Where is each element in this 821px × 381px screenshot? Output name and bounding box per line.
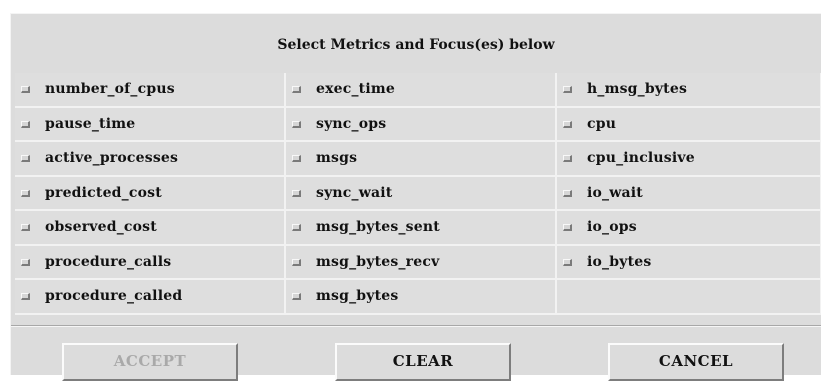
checkbox[interactable] bbox=[563, 155, 572, 163]
metric-label: predicted_cost bbox=[45, 184, 162, 201]
metric-label: msg_bytes_sent bbox=[316, 219, 440, 236]
metric-item[interactable]: pause_time bbox=[15, 107, 286, 142]
checkbox[interactable] bbox=[563, 258, 572, 266]
metric-label: h_msg_bytes bbox=[587, 81, 688, 98]
metric-item[interactable]: sync_wait bbox=[286, 176, 557, 211]
dialog-title: Select Metrics and Focus(es) below bbox=[277, 37, 555, 53]
checkbox[interactable] bbox=[292, 155, 301, 163]
metric-item[interactable]: cpu bbox=[557, 107, 821, 142]
metric-label: msgs bbox=[316, 150, 358, 167]
metric-label: sync_wait bbox=[316, 184, 393, 201]
metric-item[interactable]: msg_bytes bbox=[286, 280, 557, 315]
empty-cell bbox=[557, 280, 821, 315]
checkbox[interactable] bbox=[292, 189, 301, 197]
checkbox[interactable] bbox=[292, 258, 301, 266]
checkbox[interactable] bbox=[21, 293, 30, 301]
metric-item[interactable]: io_bytes bbox=[557, 245, 821, 280]
metric-item[interactable]: msg_bytes_sent bbox=[286, 211, 557, 246]
metric-item[interactable]: io_wait bbox=[557, 176, 821, 211]
clear-button[interactable]: CLEAR bbox=[335, 343, 511, 381]
metric-label: msg_bytes_recv bbox=[316, 253, 440, 270]
metric-label: procedure_called bbox=[45, 288, 183, 305]
checkbox[interactable] bbox=[292, 293, 301, 301]
checkbox[interactable] bbox=[563, 189, 572, 197]
checkbox[interactable] bbox=[563, 86, 572, 94]
metric-item[interactable]: cpu_inclusive bbox=[557, 142, 821, 177]
metric-label: io_wait bbox=[587, 184, 643, 201]
metric-item[interactable]: active_processes bbox=[15, 142, 286, 177]
metric-label: exec_time bbox=[316, 81, 395, 98]
metric-item[interactable]: io_ops bbox=[557, 211, 821, 246]
metric-label: msg_bytes bbox=[316, 288, 399, 305]
checkbox[interactable] bbox=[292, 120, 301, 128]
checkbox[interactable] bbox=[21, 155, 30, 163]
metric-item[interactable]: number_of_cpus bbox=[15, 73, 286, 108]
metric-label: observed_cost bbox=[45, 219, 157, 236]
metric-label: number_of_cpus bbox=[45, 81, 175, 98]
checkbox[interactable] bbox=[292, 86, 301, 94]
metric-label: cpu bbox=[587, 115, 617, 132]
metric-item[interactable]: sync_ops bbox=[286, 107, 557, 142]
metric-label: active_processes bbox=[45, 150, 179, 167]
metric-label: procedure_calls bbox=[45, 253, 172, 270]
checkbox[interactable] bbox=[21, 258, 30, 266]
metric-item[interactable]: msgs bbox=[286, 142, 557, 177]
metric-item[interactable]: procedure_called bbox=[15, 280, 286, 315]
checkbox[interactable] bbox=[21, 120, 30, 128]
checkbox[interactable] bbox=[563, 224, 572, 232]
metric-label: cpu_inclusive bbox=[587, 150, 695, 167]
metric-item[interactable]: predicted_cost bbox=[15, 176, 286, 211]
metric-item[interactable]: procedure_calls bbox=[15, 245, 286, 280]
metric-item[interactable]: msg_bytes_recv bbox=[286, 245, 557, 280]
metrics-grid: number_of_cpus exec_time h_msg_bytes pau… bbox=[15, 73, 821, 323]
checkbox[interactable] bbox=[292, 224, 301, 232]
metric-item[interactable]: exec_time bbox=[286, 73, 557, 108]
metric-label: pause_time bbox=[45, 115, 136, 132]
button-bar: ACCEPT CLEAR CANCEL bbox=[11, 327, 821, 381]
metric-item[interactable]: observed_cost bbox=[15, 211, 286, 246]
metric-item[interactable]: h_msg_bytes bbox=[557, 73, 821, 108]
metric-label: io_ops bbox=[587, 219, 637, 236]
accept-button[interactable]: ACCEPT bbox=[62, 343, 238, 381]
metric-label: io_bytes bbox=[587, 253, 652, 270]
checkbox[interactable] bbox=[21, 86, 30, 94]
checkbox[interactable] bbox=[21, 224, 30, 232]
metrics-dialog: Select Metrics and Focus(es) below numbe… bbox=[10, 13, 821, 381]
cancel-button[interactable]: CANCEL bbox=[608, 343, 784, 381]
metric-label: sync_ops bbox=[316, 115, 387, 132]
checkbox[interactable] bbox=[21, 189, 30, 197]
checkbox[interactable] bbox=[563, 120, 572, 128]
